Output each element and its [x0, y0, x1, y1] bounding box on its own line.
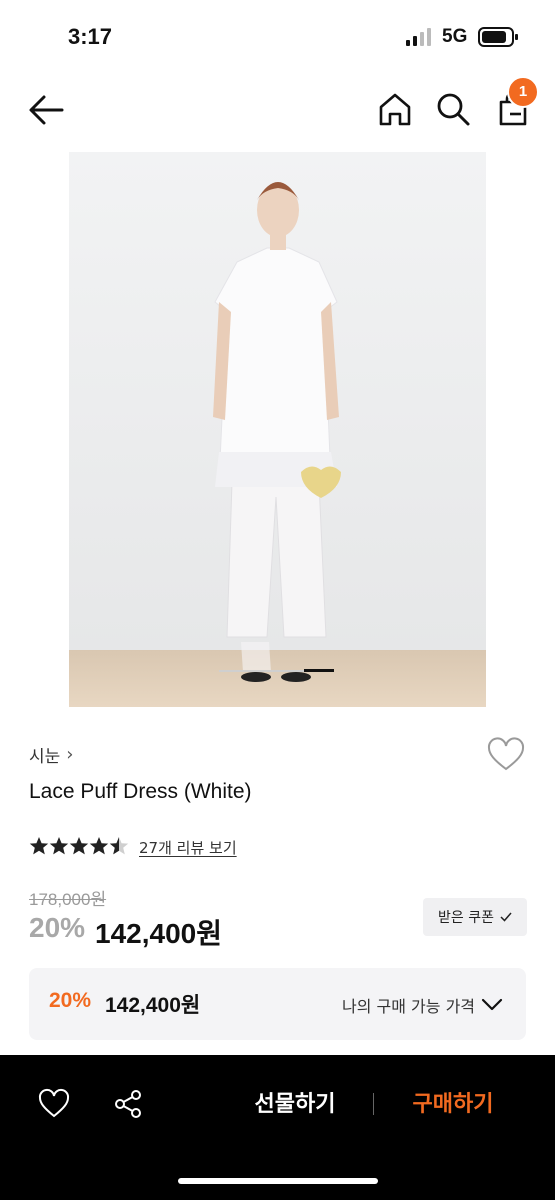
wishlist-heart-icon[interactable]: [38, 1088, 70, 1120]
gift-button[interactable]: 선물하기: [236, 1086, 354, 1124]
chevron-down-icon[interactable]: [481, 994, 503, 1014]
cart-count-badge: 1: [507, 76, 539, 108]
my-price-discount: 20%: [49, 989, 92, 1012]
rating-stars: [29, 836, 137, 856]
star-rating-icon: [29, 837, 129, 855]
sale-price: 142,400원: [95, 918, 222, 949]
coupon-button[interactable]: 받은 쿠폰: [423, 898, 527, 936]
coupon-label: 받은 쿠폰: [438, 910, 494, 926]
buy-button[interactable]: 구매하기: [394, 1086, 512, 1124]
share-icon[interactable]: [112, 1088, 144, 1120]
product-title: Lace Puff Dress (White): [29, 780, 252, 803]
heart-icon[interactable]: [486, 736, 526, 774]
home-icon[interactable]: [376, 90, 414, 128]
home-indicator: [178, 1178, 378, 1184]
my-price-label: 나의 구매 가능 가격: [342, 997, 476, 1016]
bottom-bar-divider: [373, 1093, 374, 1115]
status-time: 3:17: [68, 24, 113, 49]
product-image[interactable]: [69, 152, 486, 707]
brand-link[interactable]: 시눈 ›: [29, 742, 73, 767]
review-link[interactable]: 27개 리뷰 보기: [139, 837, 237, 858]
original-price: 178,000원: [29, 890, 107, 909]
chevron-right-icon: ›: [66, 744, 74, 765]
my-price-value: 142,400원: [105, 994, 201, 1017]
check-icon: [500, 912, 512, 922]
back-arrow-icon[interactable]: [24, 90, 68, 130]
signal-icon: [406, 28, 431, 46]
brand-name: 시눈: [29, 747, 61, 767]
discount-rate: 20%: [29, 912, 86, 943]
battery-icon: [478, 27, 518, 47]
search-icon[interactable]: [434, 90, 472, 128]
network-label: 5G: [442, 26, 468, 47]
